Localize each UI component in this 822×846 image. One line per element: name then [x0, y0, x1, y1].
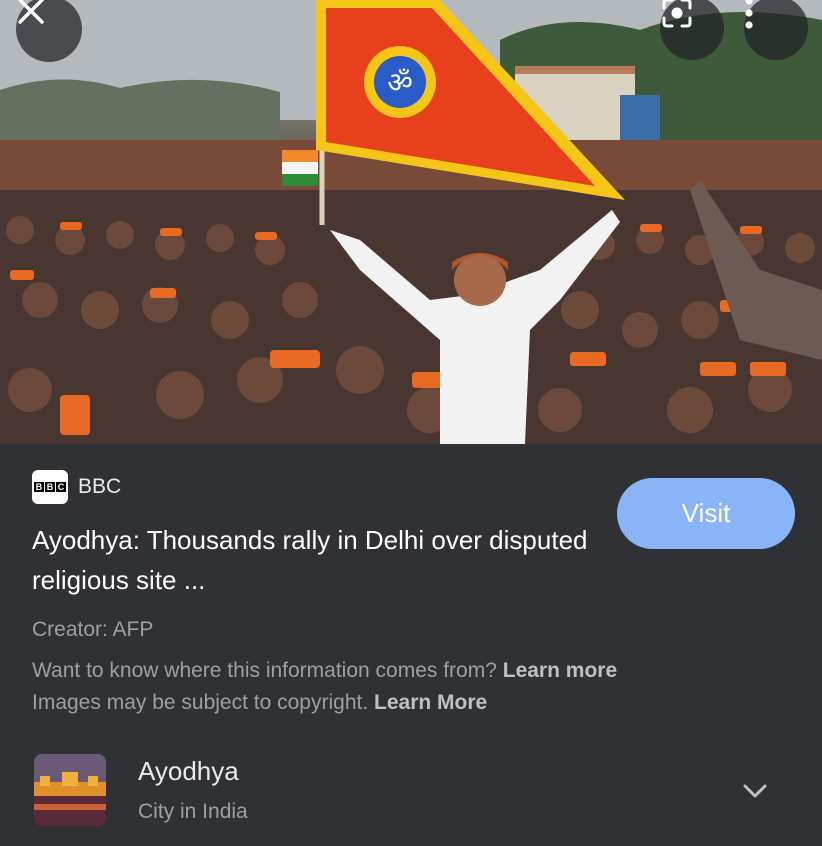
chevron-down-icon[interactable] — [738, 774, 772, 808]
image-info-panel: B B C BBC Ayodhya: Thousands rally in De… — [0, 444, 822, 846]
bbc-logo-letter-b2: B — [45, 482, 55, 492]
entity-thumbnail — [34, 754, 106, 826]
related-entity-card[interactable]: Ayodhya City in India — [34, 754, 822, 830]
learn-more-copyright-link[interactable]: Learn More — [374, 691, 487, 714]
bbc-logo-letter-c: C — [56, 482, 66, 492]
bbc-logo-icon: B B C — [32, 470, 68, 504]
creator-credit: Creator: AFP — [32, 618, 154, 641]
rally-photo: ॐ — [0, 0, 822, 444]
lens-icon — [662, 0, 692, 28]
info-source-line: Want to know where this information come… — [32, 659, 617, 683]
info-source-text: Want to know where this information come… — [32, 659, 497, 682]
svg-text:ॐ: ॐ — [387, 66, 413, 99]
article-title[interactable]: Ayodhya: Thousands rally in Delhi over d… — [32, 520, 592, 600]
bbc-logo-letter-b1: B — [34, 482, 44, 492]
ayodhya-thumbnail-image — [34, 754, 106, 826]
copyright-text: Images may be subject to copyright. — [32, 691, 369, 714]
source-name[interactable]: BBC — [78, 475, 121, 499]
photo-scene: ॐ — [0, 0, 822, 444]
entity-name: Ayodhya — [138, 756, 239, 786]
close-icon — [18, 0, 44, 24]
more-vert-icon — [745, 0, 753, 29]
entity-description: City in India — [138, 800, 248, 823]
visit-button[interactable]: Visit — [617, 478, 795, 549]
copyright-line: Images may be subject to copyright. Lear… — [32, 691, 487, 715]
learn-more-link[interactable]: Learn more — [503, 659, 617, 682]
source-row[interactable]: B B C BBC — [32, 470, 121, 504]
